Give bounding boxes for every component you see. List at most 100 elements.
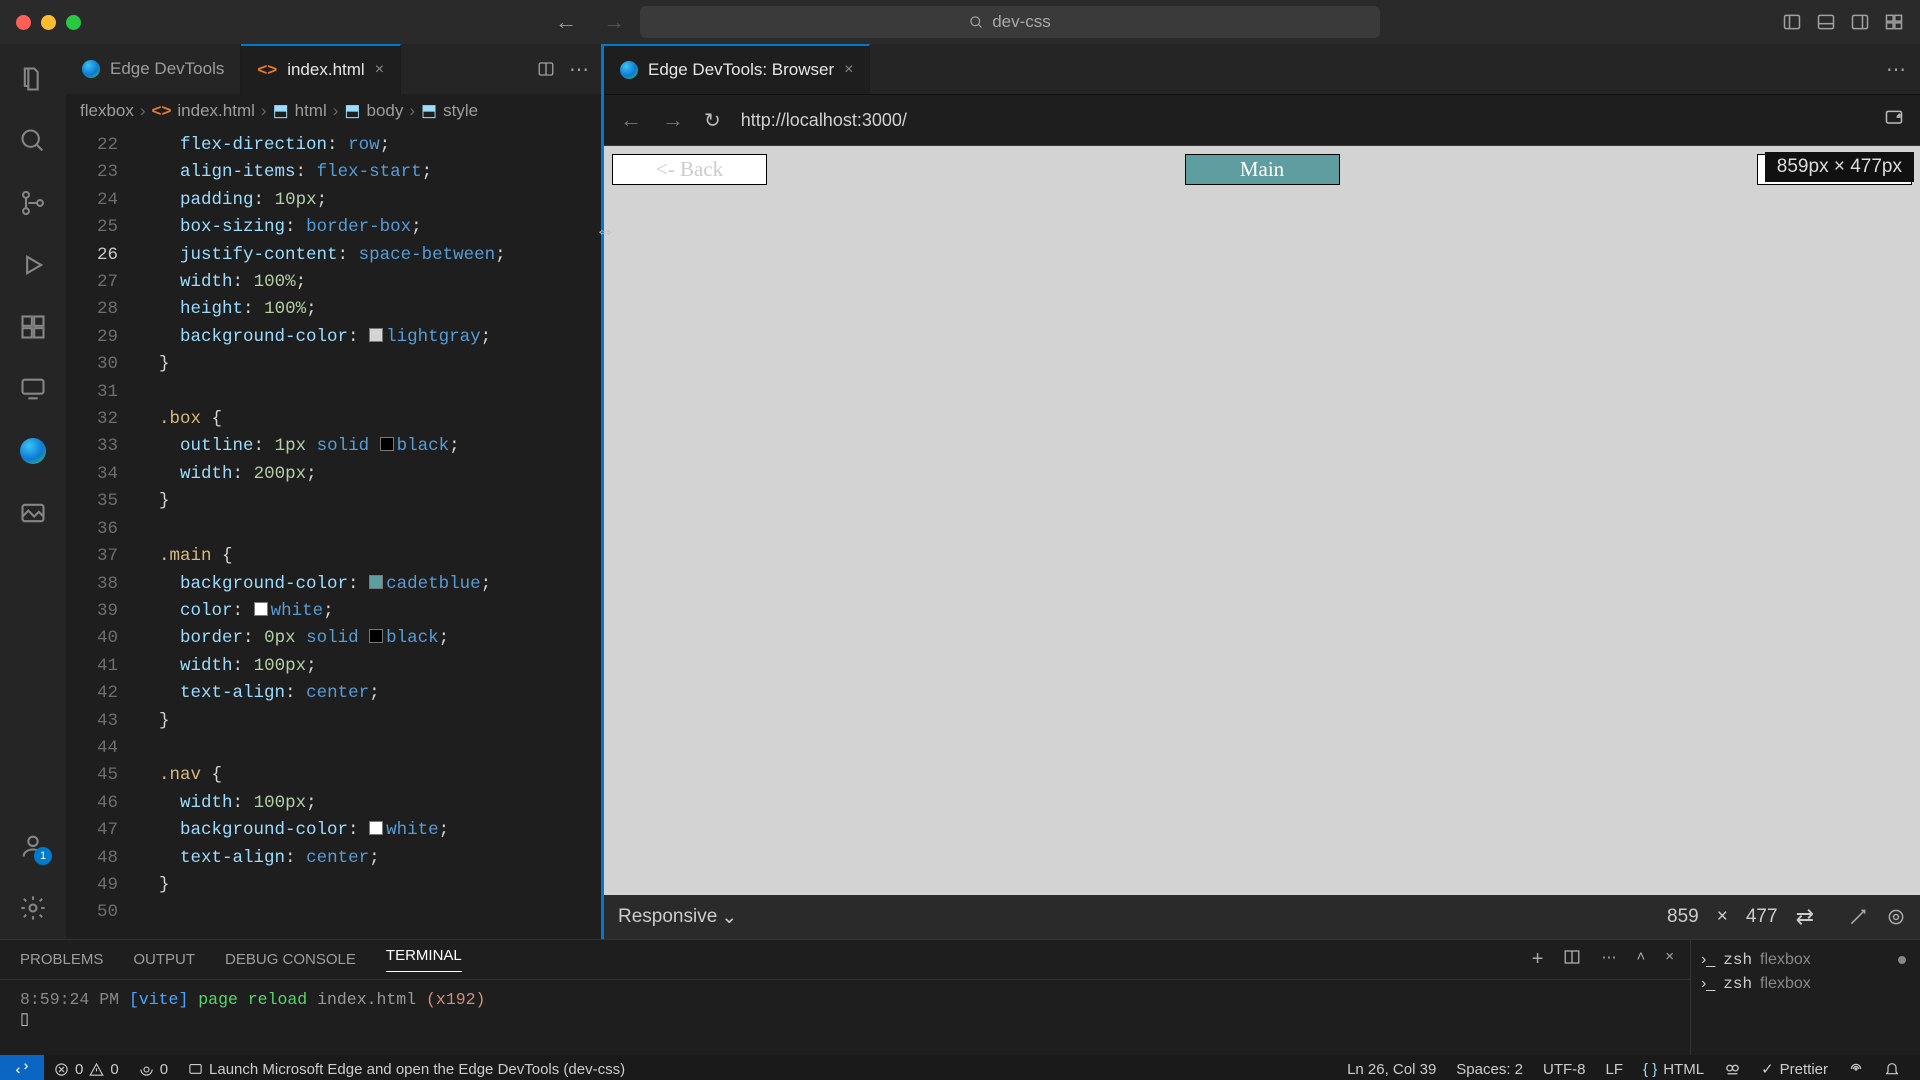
breadcrumb-item[interactable]: style (443, 101, 478, 121)
layout-sidebar-left-icon[interactable] (1782, 12, 1802, 32)
tab-edge-devtools[interactable]: Edge DevTools (66, 44, 241, 94)
status-language[interactable]: { }HTML (1633, 1060, 1714, 1078)
search-activity-icon[interactable] (18, 126, 48, 156)
status-port[interactable]: 0 (129, 1061, 178, 1078)
terminal-list: ›_ zsh flexbox ›_ zsh flexbox (1690, 940, 1920, 1055)
viewport-dimensions-overlay: 859px × 477px (1765, 152, 1914, 182)
gallery-icon[interactable] (18, 498, 48, 528)
accounts-icon[interactable]: 1 (18, 831, 48, 861)
new-terminal-icon[interactable]: + (1532, 948, 1544, 971)
terminal-icon: ›_ (1701, 975, 1715, 993)
status-encoding[interactable]: UTF-8 (1533, 1060, 1596, 1078)
run-debug-icon[interactable] (18, 250, 48, 280)
terminal-entry[interactable]: ›_ zsh flexbox (1701, 948, 1910, 972)
command-center-search[interactable]: dev-css (640, 6, 1380, 38)
terminal-cwd: flexbox (1760, 951, 1811, 969)
device-mode-label: Responsive (618, 906, 717, 928)
breadcrumb-item[interactable]: flexbox (80, 101, 134, 121)
dimension-separator: × (1717, 906, 1728, 928)
breadcrumb[interactable]: flexbox › <> index.html › ⬒ html › ⬒ bod… (66, 94, 601, 128)
panel-close-icon[interactable]: × (1665, 948, 1674, 971)
tab-index-html[interactable]: <> index.html × (241, 44, 401, 94)
tab-label: Edge DevTools (110, 59, 224, 79)
edge-icon (82, 60, 100, 78)
status-indent[interactable]: Spaces: 2 (1446, 1060, 1533, 1078)
accounts-badge: 1 (34, 847, 52, 865)
search-label: dev-css (992, 12, 1051, 32)
breadcrumb-item[interactable]: html (295, 101, 327, 121)
browser-address-bar: ← → ↻ http://localhost:3000/ (604, 94, 1920, 146)
breadcrumb-item[interactable]: body (366, 101, 403, 121)
terminal-output[interactable]: 8:59:24 PM [vite] page reload index.html… (0, 980, 1690, 1055)
remote-explorer-icon[interactable] (18, 374, 48, 404)
window-close-button[interactable] (16, 15, 31, 30)
source-control-icon[interactable] (18, 188, 48, 218)
rotate-icon[interactable]: ⇄ (1796, 904, 1814, 930)
panel-tab-problems[interactable]: PROBLEMS (20, 951, 103, 968)
terminal-entry[interactable]: ›_ zsh flexbox (1701, 972, 1910, 996)
device-mode-select[interactable]: Responsive ⌄ (618, 906, 737, 929)
status-bell-icon[interactable] (1874, 1060, 1910, 1078)
preview-back-box: <- Back (612, 154, 767, 185)
browser-reload-icon[interactable]: ↻ (704, 108, 721, 133)
target-icon[interactable] (1886, 907, 1906, 927)
line-number-gutter[interactable]: 2223242526272829303132333435363738394041… (66, 128, 138, 939)
layout-sidebar-right-icon[interactable] (1850, 12, 1870, 32)
browser-back-icon[interactable]: ← (620, 107, 642, 133)
tab-edge-browser[interactable]: Edge DevTools: Browser × (604, 44, 870, 94)
tab-label: index.html (287, 60, 364, 80)
browser-forward-icon[interactable]: → (662, 107, 684, 133)
preview-viewport[interactable]: <- Back Main Save 859px × 477px (604, 146, 1920, 895)
breadcrumb-item[interactable]: index.html (177, 101, 254, 121)
history-forward-icon[interactable]: → (603, 9, 625, 35)
layout-panel-bottom-icon[interactable] (1816, 12, 1836, 32)
terminal-icon: ›_ (1701, 951, 1715, 969)
search-icon (969, 15, 984, 30)
layout-grid-icon[interactable] (1884, 12, 1904, 32)
window-minimize-button[interactable] (41, 15, 56, 30)
close-tab-icon[interactable]: × (844, 61, 853, 79)
preview-main-box: Main (1185, 154, 1340, 185)
split-resize-handle[interactable]: ⇔ (595, 220, 615, 243)
status-radio-icon[interactable] (1838, 1060, 1874, 1078)
status-copilot-icon[interactable] (1714, 1060, 1751, 1078)
panel-tab-debug[interactable]: DEBUG CONSOLE (225, 951, 356, 968)
panel-maximize-icon[interactable]: ˄ (1636, 948, 1645, 971)
more-actions-icon[interactable]: ⋯ (1886, 57, 1906, 82)
viewport-height[interactable]: 477 (1746, 906, 1778, 928)
more-actions-icon[interactable]: ⋯ (569, 57, 589, 82)
panel-tab-output[interactable]: OUTPUT (133, 951, 195, 968)
viewport-width[interactable]: 859 (1667, 906, 1699, 928)
wand-icon[interactable] (1848, 907, 1868, 927)
tab-label: Edge DevTools: Browser (648, 60, 834, 80)
editor-tabs: Edge DevTools <> index.html × ⋯ (66, 44, 601, 94)
browser-url[interactable]: http://localhost:3000/ (741, 110, 907, 131)
editor-group: Edge DevTools <> index.html × ⋯ flexbox … (66, 44, 604, 939)
edge-icon (620, 61, 638, 79)
html-file-icon: <> (257, 60, 277, 80)
code-editor[interactable]: flex-direction: row; align-items: flex-s… (138, 128, 601, 939)
status-prettier[interactable]: ✓Prettier (1751, 1060, 1838, 1078)
open-devtools-icon[interactable] (1884, 108, 1904, 133)
activity-bar: 1 (0, 44, 66, 939)
panel-tab-terminal[interactable]: TERMINAL (386, 947, 462, 972)
remote-indicator[interactable] (0, 1055, 44, 1080)
chevron-down-icon: ⌄ (721, 906, 737, 929)
browser-preview-group: Edge DevTools: Browser × ⋯ ← → ↻ http://… (604, 44, 1920, 939)
status-bar: 0 0 0 Launch Microsoft Edge and open the… (0, 1055, 1920, 1080)
status-eol[interactable]: LF (1596, 1060, 1634, 1078)
status-launch-task[interactable]: Launch Microsoft Edge and open the Edge … (178, 1061, 635, 1078)
terminal-shell: zsh (1723, 951, 1752, 969)
settings-gear-icon[interactable] (18, 893, 48, 923)
history-back-icon[interactable]: ← (555, 9, 577, 35)
split-terminal-icon[interactable] (1563, 948, 1581, 966)
status-errors[interactable]: 0 0 (44, 1061, 129, 1078)
extensions-icon[interactable] (18, 312, 48, 342)
kebab-icon[interactable]: ⋯ (1601, 948, 1616, 971)
window-maximize-button[interactable] (66, 15, 81, 30)
edge-tools-icon[interactable] (18, 436, 48, 466)
close-tab-icon[interactable]: × (375, 61, 384, 79)
status-cursor-position[interactable]: Ln 26, Col 39 (1337, 1060, 1446, 1078)
split-editor-icon[interactable] (537, 60, 555, 78)
explorer-icon[interactable] (18, 64, 48, 94)
